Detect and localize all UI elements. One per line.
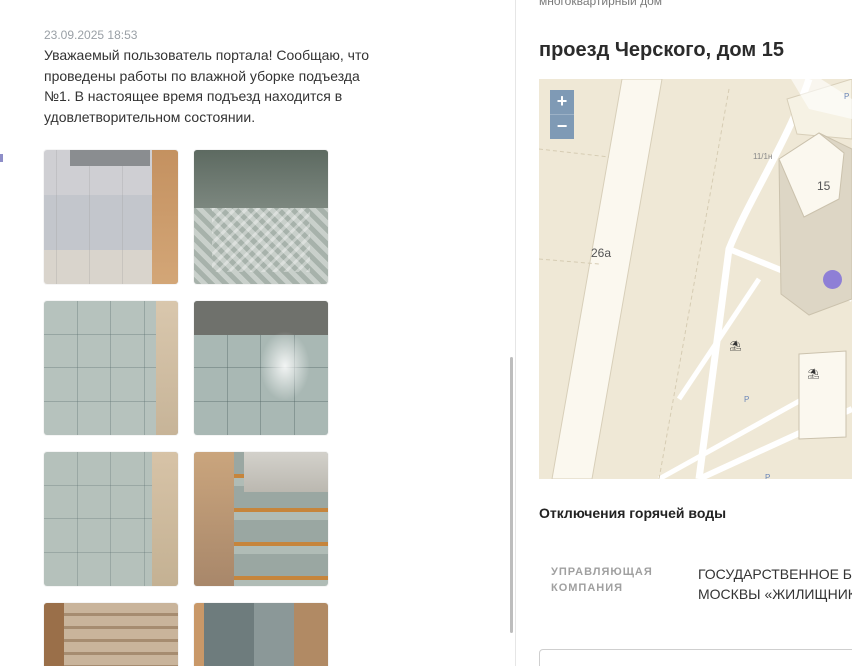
management-company-value: ГОСУДАРСТВЕННОЕ БЮ МОСКВЫ «ЖИЛИЩНИК <box>698 564 852 604</box>
building-info-pane: многоквартирный дом проезд Черского, дом… <box>516 0 852 666</box>
photo-thumbnail-7[interactable] <box>44 603 178 666</box>
playground-icon[interactable]: ⛱ <box>807 369 820 381</box>
building-address: проезд Черского, дом 15 <box>539 39 784 61</box>
parking-icon: P <box>765 473 771 479</box>
post-message: Уважаемый пользователь портала! Сообщаю,… <box>44 47 370 125</box>
scrollbar-thumb[interactable] <box>510 357 513 633</box>
map-label-building-15: 15 <box>817 179 831 193</box>
photo-thumbnail-5[interactable] <box>44 452 178 586</box>
post-timestamp: 23.09.2025 18:53 <box>44 28 138 42</box>
map-label-house-number: 11/1н <box>753 152 773 161</box>
zoom-in-button[interactable]: + <box>550 90 574 115</box>
photo-thumbnail-4[interactable] <box>194 301 328 435</box>
zoom-out-button[interactable]: − <box>550 115 574 139</box>
map[interactable]: + − 11/1н 15 26а P P P ⛱ ⛱ <box>539 79 852 479</box>
photo-thumbnail-1[interactable] <box>44 150 178 284</box>
playground-icon[interactable]: ⛱ <box>729 341 742 353</box>
map-label-building-26a: 26а <box>591 246 612 260</box>
management-company-label: Управляющая компания <box>551 566 653 594</box>
photo-thumbnail-2[interactable] <box>194 150 328 284</box>
bottom-input-box[interactable] <box>539 649 852 666</box>
parking-icon: P <box>744 395 750 404</box>
building-type: многоквартирный дом <box>539 0 662 8</box>
hot-water-heading: Отключения горячей воды <box>539 505 727 521</box>
parking-icon: P <box>844 92 850 101</box>
photo-thumbnail-6[interactable] <box>194 452 328 586</box>
map-canvas <box>539 79 852 479</box>
photo-thumbnail-3[interactable] <box>44 301 178 435</box>
feed-pane: 23.09.2025 18:53 Уважаемый пользователь … <box>0 0 515 666</box>
management-company-value-line-2: МОСКВЫ «ЖИЛИЩНИК <box>698 586 852 602</box>
photo-thumbnail-8[interactable] <box>194 603 328 666</box>
edge-marker <box>0 154 3 162</box>
management-company-value-line-1: ГОСУДАРСТВЕННОЕ БЮ <box>698 566 852 582</box>
location-marker-icon[interactable] <box>823 270 842 289</box>
